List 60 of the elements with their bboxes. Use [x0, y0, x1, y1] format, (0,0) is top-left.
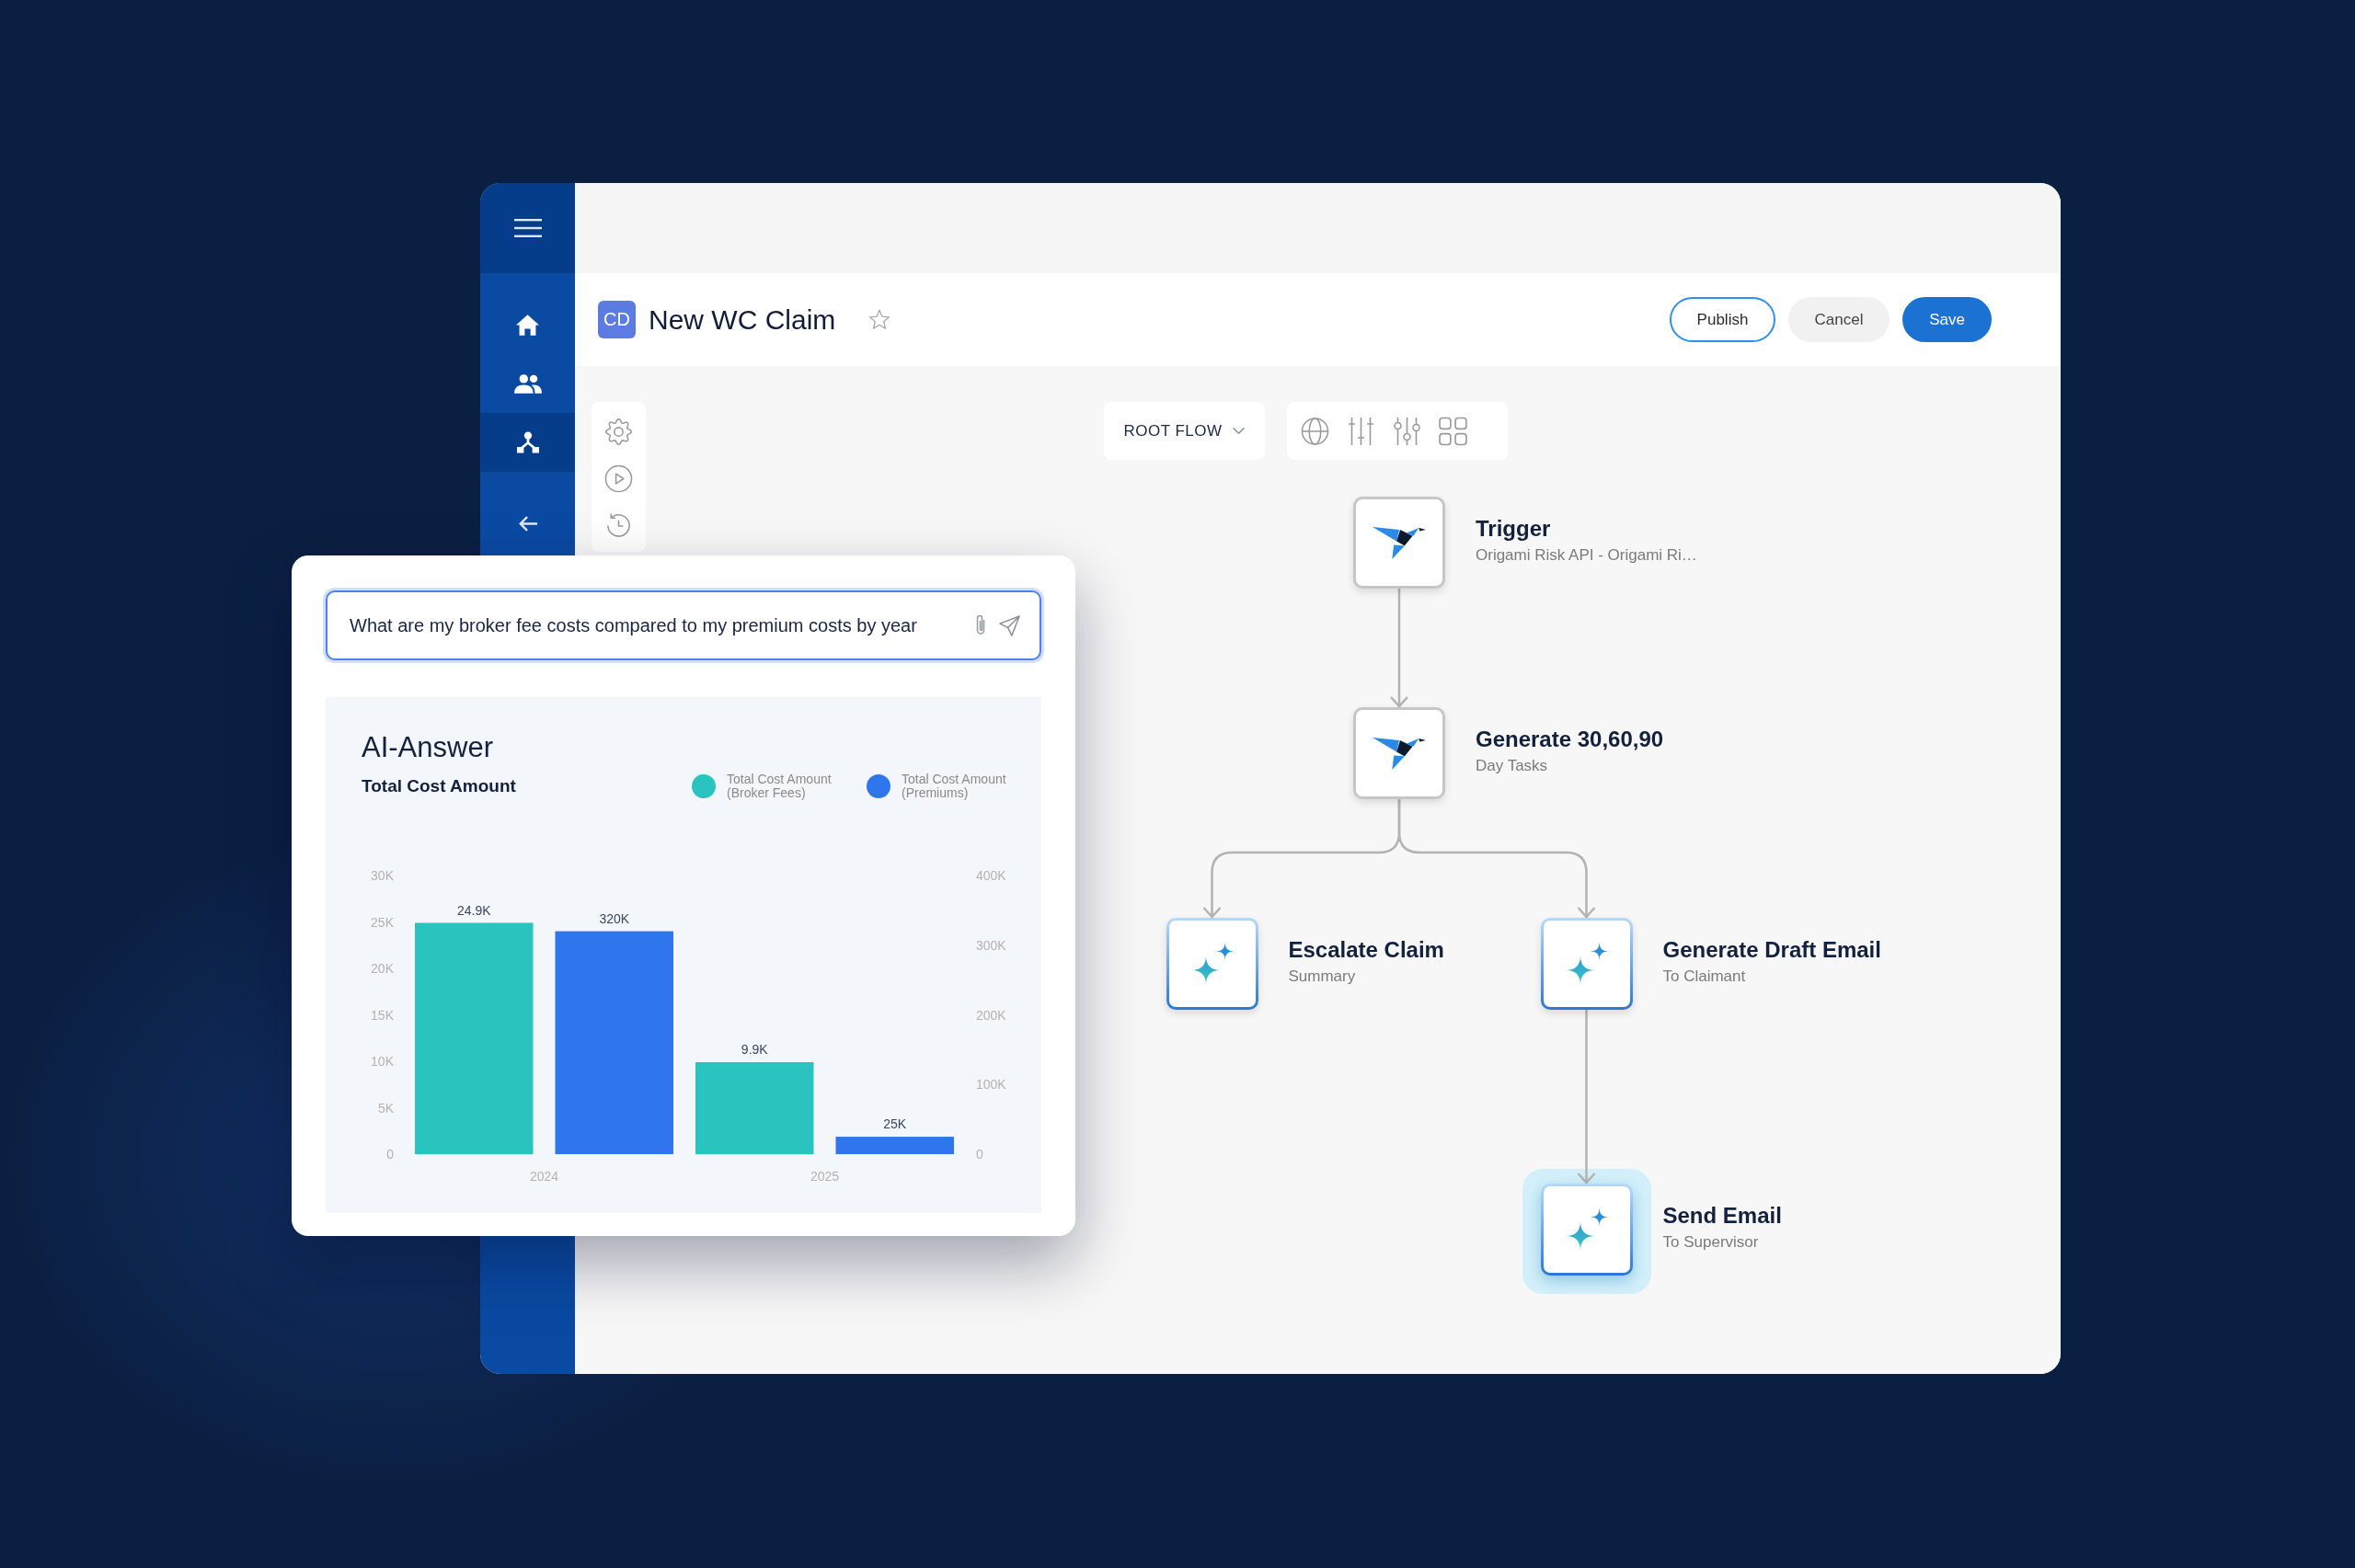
bird-icon: [1373, 525, 1426, 560]
node-subtitle: Origami Risk API - Origami Ri…: [1476, 545, 1697, 566]
flow-node[interactable]: [1353, 497, 1445, 589]
settings-icon[interactable]: [604, 418, 633, 446]
home-icon: [516, 314, 539, 336]
action-button[interactable]: Publish: [1670, 297, 1775, 342]
adjustments-icon[interactable]: [1393, 416, 1421, 446]
node-subtitle: To Claimant: [1662, 967, 1746, 987]
chart-title: Total Cost Amount: [362, 776, 516, 796]
y-axis-label: 400K: [976, 868, 1006, 883]
action-button[interactable]: Save: [1902, 297, 1992, 342]
node-subtitle: Summary: [1288, 967, 1356, 987]
y-axis-label: 20K: [371, 961, 394, 976]
node-title: Send Email: [1662, 1202, 1782, 1230]
legend-label: Total Cost Amount (Premiums): [902, 773, 1007, 800]
grid-icon[interactable]: [1439, 416, 1467, 446]
y-axis-label: 200K: [976, 1007, 1006, 1023]
y-axis-label: 15K: [371, 1007, 394, 1023]
bar-value-label: 25K: [883, 1116, 907, 1132]
star-icon[interactable]: [868, 309, 891, 330]
history-icon[interactable]: [604, 511, 633, 540]
flow-dropdown[interactable]: ROOT FLOW: [1104, 402, 1265, 460]
node-subtitle: To Supervisor: [1662, 1232, 1759, 1253]
node-subtitle: Day Tasks: [1476, 756, 1548, 776]
bar-value-label: 24.9K: [456, 902, 491, 918]
page-title: New WC Claim: [649, 303, 836, 336]
menu-icon[interactable]: [513, 219, 542, 237]
x-axis-label: 2025: [810, 1169, 840, 1184]
y-axis-label: 300K: [976, 937, 1006, 953]
sidebar-item[interactable]: [480, 413, 575, 472]
play-icon[interactable]: [604, 464, 633, 493]
query-field[interactable]: What are my broker fee costs compared to my premium costs by year: [326, 590, 1041, 660]
flow-node[interactable]: [1353, 707, 1445, 799]
bar-value-label: 320K: [599, 910, 630, 926]
globe-icon[interactable]: [1301, 416, 1329, 446]
node-title: Generate 30,60,90: [1476, 726, 1664, 753]
initials-badge: CD: [598, 301, 636, 338]
node-title: Generate Draft Email: [1662, 936, 1881, 964]
y-axis-label: 100K: [976, 1077, 1006, 1093]
y-axis-label: 0: [386, 1147, 394, 1162]
node-title: Escalate Claim: [1288, 936, 1444, 964]
back-arrow-icon[interactable]: [517, 514, 538, 532]
network-icon: [516, 431, 539, 453]
action-button[interactable]: Cancel: [1788, 297, 1890, 342]
y-axis-label: 5K: [377, 1100, 394, 1116]
send-icon[interactable]: [998, 613, 1021, 637]
chevron-down-icon: [1231, 427, 1246, 435]
y-axis-label: 0: [976, 1147, 983, 1162]
y-axis-label: 10K: [371, 1054, 394, 1069]
paperclip-icon[interactable]: [974, 613, 987, 637]
y-axis-label: 25K: [371, 914, 394, 930]
y-axis-label: 30K: [371, 868, 394, 883]
node-title: Trigger: [1476, 515, 1551, 543]
x-axis-label: 2024: [529, 1169, 559, 1184]
people-icon: [513, 373, 542, 394]
answer-heading: AI-Answer: [362, 730, 493, 765]
sliders-icon[interactable]: [1347, 416, 1375, 446]
legend-label: Total Cost Amount (Broker Fees): [727, 773, 833, 800]
bird-icon: [1373, 736, 1426, 771]
bar-value-label: 9.9K: [741, 1042, 768, 1057]
